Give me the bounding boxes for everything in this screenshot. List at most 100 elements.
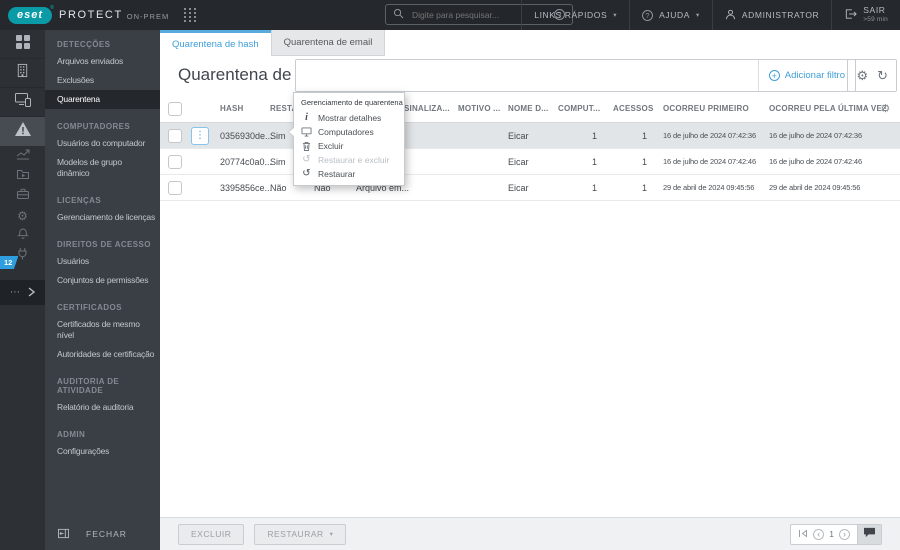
title-bar: Quarentena de hash + Adicionar filtro ⚙ … bbox=[160, 56, 900, 95]
column-header-computadores[interactable]: COMPUT... bbox=[550, 104, 605, 113]
sidebar-item-exclusoes[interactable]: Exclusões bbox=[45, 71, 160, 90]
sidebar-item-autoridades-de-certificacao[interactable]: Autoridades de certificação bbox=[45, 345, 160, 364]
column-header-ocorreu-ultima[interactable]: OCORREU PELA ÚLTIMA VEZ bbox=[761, 104, 887, 113]
plus-icon: + bbox=[768, 70, 780, 81]
filter-bar: + Adicionar filtro bbox=[295, 59, 856, 92]
page-number: 1 bbox=[829, 529, 834, 539]
sidebar-section-auditoria: AUDITORIA DE ATIVIDADE Relatório de audi… bbox=[45, 373, 160, 417]
context-menu: Gerenciamento de quarentena i Mostrar de… bbox=[288, 92, 405, 186]
main-content: Quarentena de hash Quarentena de email Q… bbox=[160, 30, 900, 550]
nav-installers[interactable] bbox=[0, 186, 45, 206]
row-context-menu-button[interactable]: ⋮ bbox=[191, 126, 209, 145]
folder-play-icon bbox=[16, 167, 30, 185]
dashboard-icon bbox=[15, 34, 31, 55]
quick-links-menu[interactable]: LINKS RÁPIDOS ▾ bbox=[521, 0, 629, 30]
tab-quarentena-de-email[interactable]: Quarentena de email bbox=[270, 30, 386, 56]
collapse-sidebar-button[interactable]: FECHAR bbox=[45, 518, 160, 550]
registered-mark: ® bbox=[50, 4, 56, 11]
sidebar-section-title: AUDITORIA DE ATIVIDADE bbox=[57, 377, 120, 395]
table-row[interactable]: 20774c0a0... Sim Eicar 1 1 16 de julho d… bbox=[160, 149, 900, 175]
rail-more[interactable]: ⋯ bbox=[0, 280, 45, 305]
expand-chevron-icon bbox=[28, 284, 36, 302]
cell-nome: Eicar bbox=[508, 130, 529, 141]
menu-item-excluir[interactable]: Excluir bbox=[294, 139, 404, 153]
nav-dashboard[interactable] bbox=[0, 30, 45, 59]
add-filter-button[interactable]: + Adicionar filtro bbox=[757, 60, 855, 91]
menu-item-restaurar[interactable]: ↺ Restaurar bbox=[294, 167, 404, 181]
sidebar-section-title: LICENÇAS bbox=[57, 196, 102, 205]
sidebar-item-configuracoes[interactable]: Configurações bbox=[45, 442, 160, 461]
action-bar: EXCLUIR RESTAURAR ▾ ‹ 1 › bbox=[160, 517, 900, 550]
trash-icon bbox=[301, 141, 312, 151]
cell-nome: Eicar bbox=[508, 182, 529, 193]
user-menu[interactable]: ADMINISTRATOR bbox=[711, 0, 831, 30]
nav-reports[interactable] bbox=[0, 146, 45, 166]
product-name: PROTECT bbox=[59, 9, 123, 21]
nav-policies[interactable]: ⚙ bbox=[0, 206, 45, 226]
column-header-motivo[interactable]: MOTIVO ... bbox=[450, 104, 500, 113]
help-menu[interactable]: ? AJUDA ▾ bbox=[629, 0, 712, 30]
chevron-down-icon: ▾ bbox=[329, 531, 334, 538]
cell-hash: 0356930de... bbox=[220, 130, 273, 141]
feedback-button[interactable] bbox=[857, 524, 881, 544]
restaurar-button[interactable]: RESTAURAR ▾ bbox=[254, 523, 347, 545]
table-header: HASH RESTAU... SINALIZA... MOTIVO ... NO… bbox=[160, 95, 900, 123]
sidebar-item-gerenciamento-de-licencas[interactable]: Gerenciamento de licenças bbox=[45, 208, 160, 227]
column-header-acessos[interactable]: ACESSOS bbox=[605, 104, 655, 113]
cell-computadores: 1 bbox=[591, 130, 597, 141]
nav-computers[interactable] bbox=[0, 59, 45, 88]
nav-devices[interactable] bbox=[0, 88, 45, 117]
logout-button[interactable]: SAIR >59 min bbox=[831, 0, 900, 30]
sidebar-section-title: CERTIFICADOS bbox=[57, 303, 122, 312]
warning-triangle-icon bbox=[14, 121, 32, 142]
cell-acessos: 1 bbox=[641, 130, 647, 141]
column-header-nome[interactable]: NOME D... bbox=[500, 104, 550, 113]
logout-icon bbox=[844, 8, 858, 22]
table-row[interactable]: ⋮ 0356930de... Sim Eicar 1 1 16 de julho… bbox=[160, 123, 900, 149]
sidebar-item-arquivos-enviados[interactable]: Arquivos enviados bbox=[45, 52, 160, 71]
cell-ocorreu-primeiro: 16 de julho de 2024 07:42:36 bbox=[663, 131, 756, 140]
cell-ocorreu-ultima: 16 de julho de 2024 07:42:36 bbox=[769, 131, 862, 140]
nav-tasks[interactable] bbox=[0, 166, 45, 186]
cell-nome: Eicar bbox=[508, 156, 529, 167]
column-header-ocorreu-primeiro[interactable]: OCORREU PRIMEIRO bbox=[655, 104, 761, 113]
search-icon bbox=[393, 6, 404, 24]
bell-icon bbox=[16, 227, 29, 245]
filter-input[interactable] bbox=[296, 60, 758, 91]
select-all-checkbox[interactable] bbox=[168, 101, 182, 116]
tab-strip: Quarentena de hash Quarentena de email bbox=[160, 30, 900, 56]
table-row[interactable]: 3395856ce... Não Não Arquivo em... Eicar… bbox=[160, 175, 900, 201]
sidebar-item-modelos-de-grupo-dinamico[interactable]: Modelos de grupo dinâmico bbox=[45, 153, 160, 183]
building-icon bbox=[15, 63, 30, 83]
row-checkbox[interactable] bbox=[168, 154, 182, 169]
sidebar-item-quarentena[interactable]: Quarentena bbox=[45, 90, 160, 109]
row-checkbox[interactable] bbox=[168, 180, 182, 195]
menu-item-mostrar-detalhes[interactable]: i Mostrar detalhes bbox=[294, 111, 404, 125]
column-settings-gear-icon[interactable]: ⚙ bbox=[871, 102, 900, 115]
nav-detections[interactable] bbox=[0, 117, 45, 146]
tab-quarentena-de-hash[interactable]: Quarentena de hash bbox=[160, 30, 271, 56]
menu-item-computadores[interactable]: Computadores bbox=[294, 125, 404, 139]
sidebar-item-usuarios[interactable]: Usuários bbox=[45, 252, 160, 271]
sidebar-section-title: ADMIN bbox=[57, 430, 86, 439]
previous-page-icon[interactable]: ‹ bbox=[813, 528, 825, 540]
sidebar-item-conjuntos-de-permissoes[interactable]: Conjuntos de permissões bbox=[45, 271, 160, 290]
brand: eset ® PROTECT ON-PREM bbox=[0, 4, 197, 24]
sidebar-item-usuarios-do-computador[interactable]: Usuários do computador bbox=[45, 134, 160, 153]
sidebar-item-certificados-de-mesmo-nivel[interactable]: Certificados de mesmo nível bbox=[45, 315, 160, 345]
excluir-button[interactable]: EXCLUIR bbox=[178, 523, 245, 545]
app-grid-icon[interactable] bbox=[184, 7, 197, 23]
cell-ocorreu-primeiro: 16 de julho de 2024 07:42:46 bbox=[663, 157, 756, 166]
cell-hash: 20774c0a0... bbox=[220, 156, 273, 167]
next-page-icon[interactable]: › bbox=[839, 528, 850, 540]
cell-hash: 3395856ce... bbox=[220, 182, 273, 193]
sidebar-section-computadores: COMPUTADORES Usuários do computador Mode… bbox=[45, 118, 160, 183]
sidebar-item-relatorio-de-auditoria[interactable]: Relatório de auditoria bbox=[45, 398, 160, 417]
top-bar: eset ® PROTECT ON-PREM ? LINKS RÁPIDOS ▾… bbox=[0, 0, 900, 30]
cell-acessos: 1 bbox=[641, 182, 647, 193]
row-checkbox[interactable] bbox=[168, 128, 182, 143]
context-menu-title: Gerenciamento de quarentena bbox=[301, 98, 403, 107]
nav-notifications[interactable] bbox=[0, 226, 45, 246]
first-page-icon[interactable] bbox=[798, 525, 808, 543]
column-header-hash[interactable]: HASH bbox=[212, 104, 262, 113]
